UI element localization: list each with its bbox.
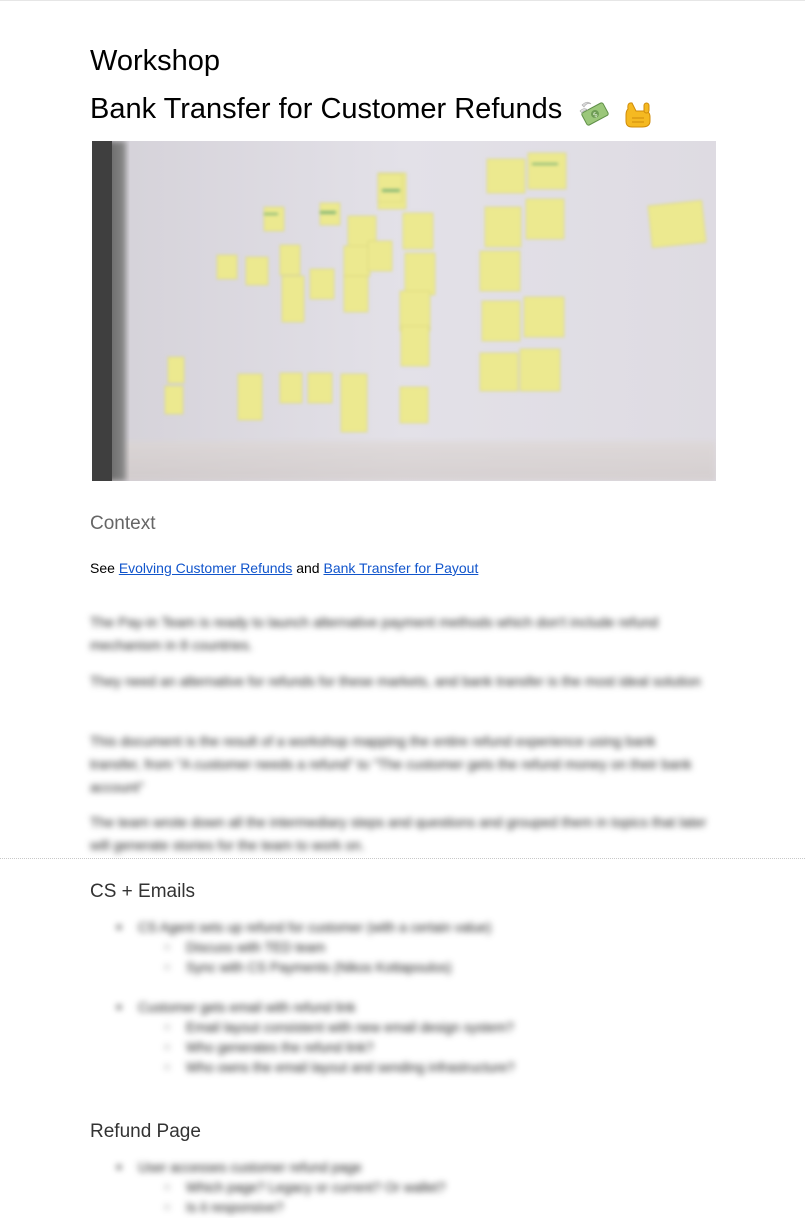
sticky-notes-wall-image [92,141,716,481]
see-and: and [292,560,324,576]
list-subitem: Which page? Legacy or current? Or wallet… [90,1178,710,1198]
context-paragraph-2: They need an alternative for refunds for… [90,673,701,689]
refund-page-list: User accesses customer refund page Which… [90,1158,710,1218]
list-subitem: Email layout consistent with new email d… [90,1018,710,1038]
page-top-edge [0,0,805,1]
list-subitem: Discuss with TED team [90,938,710,958]
document-title: Bank Transfer for Customer Refunds [90,93,563,125]
see-prefix: See [90,560,119,576]
bank-transfer-for-payout-link[interactable]: Bank Transfer for Payout [323,560,478,576]
context-paragraph-4: The team wrote down all the intermediary… [90,814,707,853]
list-subitem: Sync with CS Payments (Nikos Kottapoulos… [90,958,710,978]
evolving-customer-refunds-link[interactable]: Evolving Customer Refunds [119,560,293,576]
context-paragraph-1: The Pay-in Team is ready to launch alter… [90,614,659,653]
list-subitem: Who owns the email layout and sending in… [90,1058,710,1078]
call-me-hand-icon [620,99,654,129]
workshop-photo [92,141,716,481]
refund-page-heading: Refund Page [90,1121,201,1142]
cs-emails-list-2: Customer gets email with refund link Ema… [90,998,710,1078]
list-item: Customer gets email with refund link [90,998,710,1018]
list-subitem: Is it responsive? [90,1198,710,1218]
title-emojis: $ [578,95,654,131]
money-with-wings-icon: $ [578,99,612,129]
list-subitem: Who generates the refund link? [90,1038,710,1058]
list-item: User accesses customer refund page [90,1158,710,1178]
document-title-line-2: Bank Transfer for Customer Refunds $ [90,91,654,131]
list-item: CS Agent sets up refund for customer (wi… [90,918,710,938]
cs-emails-heading: CS + Emails [90,881,196,902]
context-heading: Context [90,513,156,534]
see-references-line: See Evolving Customer Refunds and Bank T… [90,560,478,576]
page-break-line [0,858,805,860]
context-paragraph-3: This document is the result of a worksho… [90,733,692,795]
document-title-line-1: Workshop [90,45,221,77]
cs-emails-list-1: CS Agent sets up refund for customer (wi… [90,918,710,978]
